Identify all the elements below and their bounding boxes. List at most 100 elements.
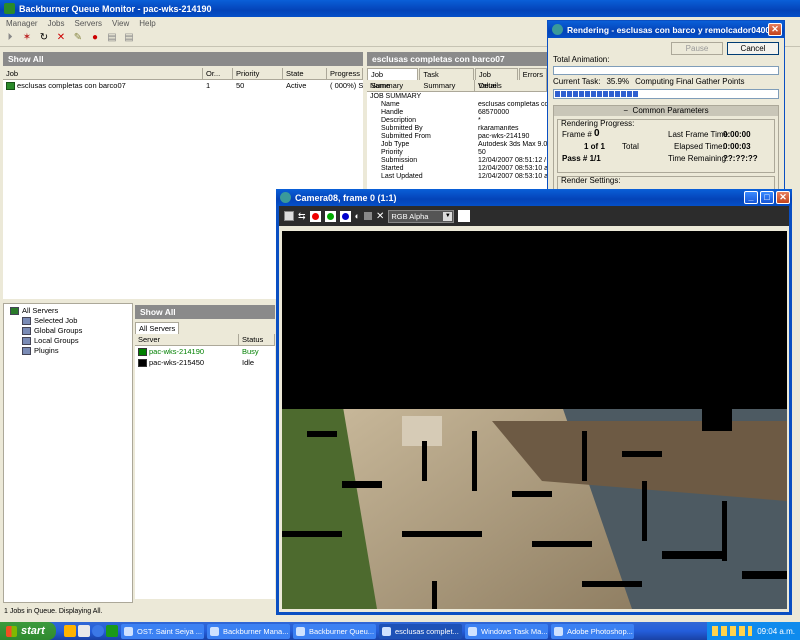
progress-segment (609, 91, 614, 97)
detail-name: Last Updated (381, 173, 423, 180)
taskbar-button[interactable]: Adobe Photoshop... (551, 623, 634, 639)
stop-job-icon[interactable]: ● (89, 32, 101, 44)
blue-channel-toggle[interactable] (339, 210, 351, 222)
green-channel-toggle[interactable] (324, 210, 336, 222)
tab-errors[interactable]: Errors (518, 68, 547, 80)
detail-grid-body: JOB SUMMARY Name esclusas completas co Han… (367, 92, 547, 189)
pause-button[interactable]: Pause (671, 42, 723, 55)
delete-icon[interactable]: ✕ (55, 32, 67, 44)
servers-filter-header[interactable]: Show All (135, 305, 275, 319)
detail-row[interactable]: Submitted From pac-wks-214190 (367, 133, 547, 141)
close-button[interactable]: ✕ (776, 191, 790, 204)
progress-segment (603, 91, 608, 97)
clone-window-icon[interactable]: ⇆ (298, 211, 306, 222)
menu-view[interactable]: View (112, 19, 129, 28)
tree-item[interactable]: Local Groups (4, 336, 132, 346)
server-row[interactable]: pac-wks-214190 Busy (135, 346, 275, 357)
tree-item-label: Plugins (34, 346, 59, 355)
menu-jobs[interactable]: Jobs (48, 19, 65, 28)
tree-item[interactable]: All Servers (4, 306, 132, 316)
detail-row[interactable]: Name esclusas completas co (367, 101, 547, 109)
detail-name: Submitted From (381, 133, 431, 140)
quick-launch-icon[interactable] (64, 625, 76, 637)
clear-icon[interactable]: ✕ (376, 211, 384, 222)
col-server[interactable]: Server (135, 334, 239, 345)
tray-icons[interactable] (712, 626, 753, 636)
rollout-minus-icon: − (623, 106, 633, 115)
detail-row[interactable]: Description * (367, 117, 547, 125)
taskbar-button[interactable]: esclusas complet... (379, 623, 462, 639)
common-parameters-header[interactable]: − Common Parameters (554, 106, 778, 116)
current-task-label: Current Task: (553, 77, 601, 86)
col-progress[interactable]: Progress (327, 68, 363, 79)
cancel-button[interactable]: Cancel (727, 42, 779, 55)
quick-launch-icon[interactable] (106, 625, 118, 637)
clock: 09:04 a.m. (757, 626, 795, 636)
progress-segment (573, 91, 578, 97)
render-settings-label: Render Settings: (561, 176, 621, 185)
frame-buffer-titlebar[interactable]: Camera08, frame 0 (1:1) _ □ ✕ (276, 189, 792, 206)
taskbar-button[interactable]: Backburner Mana... (207, 623, 290, 639)
refresh-icon[interactable]: ↻ (38, 32, 50, 44)
minimize-button[interactable]: _ (744, 191, 758, 204)
tab-job-details[interactable]: Job Details (474, 68, 518, 90)
col-order[interactable]: Or... (203, 68, 233, 79)
detail-row[interactable]: Priority 50 (367, 149, 547, 157)
taskbar-button[interactable]: OST. Saint Seiya ... (121, 623, 204, 639)
col-state[interactable]: State (283, 68, 327, 79)
detail-row[interactable]: Started 12/04/2007 08:53:10 a (367, 165, 547, 173)
mono-icon[interactable] (363, 212, 372, 220)
autoconnect-icon[interactable]: ✶ (21, 32, 33, 44)
save-image-icon[interactable] (284, 211, 294, 221)
col-job[interactable]: Job (3, 68, 203, 79)
queue-monitor-titlebar[interactable]: Backburner Queue Monitor - pac-wks-21419… (0, 0, 800, 17)
tree-item[interactable]: Plugins (4, 346, 132, 356)
col-name[interactable]: Name (367, 80, 475, 91)
rendering-titlebar[interactable]: Rendering - esclusas con barco y remolca… (548, 21, 784, 38)
menu-servers[interactable]: Servers (74, 19, 102, 28)
job-row[interactable]: esclusas completas con barco07 1 50 Acti… (3, 80, 363, 91)
total-label: Total (622, 142, 639, 151)
servers-pane: Show All All Servers Server Status pac-w… (135, 305, 275, 603)
tab-job-summary[interactable]: Job Summary (367, 68, 419, 90)
render-buttons: Pause Cancel (548, 38, 784, 55)
job-settings-icon[interactable]: ✎ (72, 32, 84, 44)
tab-all-servers[interactable]: All Servers (135, 322, 180, 334)
jobs-filter-header[interactable]: Show All (3, 52, 363, 66)
col-value[interactable]: Value (475, 80, 547, 91)
tab-task-summary[interactable]: Task Summary (419, 68, 474, 90)
connect-icon[interactable]: ⏵ (4, 32, 16, 44)
start-button[interactable]: start (0, 622, 56, 640)
taskbar-button[interactable]: Backburner Queu... (293, 623, 376, 639)
tree-item[interactable]: Global Groups (4, 326, 132, 336)
rendering-close-button[interactable]: ✕ (768, 23, 782, 36)
start-label: start (21, 625, 45, 637)
channel-select[interactable]: RGB Alpha ▼ (388, 209, 455, 223)
red-channel-toggle[interactable] (309, 210, 321, 222)
maximize-button[interactable]: □ (760, 191, 774, 204)
progress-segment (585, 91, 590, 97)
import-icon[interactable]: ▤ (123, 32, 135, 44)
export-icon[interactable]: ▤ (106, 32, 118, 44)
alpha-channel-icon[interactable]: ◐ (355, 211, 360, 221)
detail-row[interactable]: Handle 68570000 (367, 109, 547, 117)
col-priority[interactable]: Priority (233, 68, 283, 79)
quick-launch-icon[interactable] (78, 625, 90, 637)
taskbar-button[interactable]: Windows Task Ma... (465, 623, 548, 639)
menu-manager[interactable]: Manager (6, 19, 38, 28)
quick-launch-icon[interactable] (92, 625, 104, 637)
server-row[interactable]: pac-wks-215450 Idle (135, 357, 275, 368)
menu-help[interactable]: Help (139, 19, 155, 28)
detail-row[interactable]: Submission 12/04/2007 08:51:12 / (367, 157, 547, 165)
detail-row[interactable]: Job Type Autodesk 3ds Max 9.0 (367, 141, 547, 149)
progress-segment (579, 91, 584, 97)
col-status[interactable]: Status (239, 334, 275, 345)
detail-row[interactable]: Submitted By rkaramanites (367, 125, 547, 133)
tree-item[interactable]: Selected Job (4, 316, 132, 326)
rendering-progress-group: Rendering Progress: Frame # 0 1 of 1 Tot… (557, 119, 775, 173)
current-task-pct: 35.9% (606, 77, 630, 86)
color-swatch[interactable] (458, 210, 471, 222)
detail-name: Started (381, 165, 404, 172)
server-status: Idle (242, 358, 255, 367)
detail-row[interactable]: Last Updated 12/04/2007 08:53:10 a (367, 173, 547, 181)
